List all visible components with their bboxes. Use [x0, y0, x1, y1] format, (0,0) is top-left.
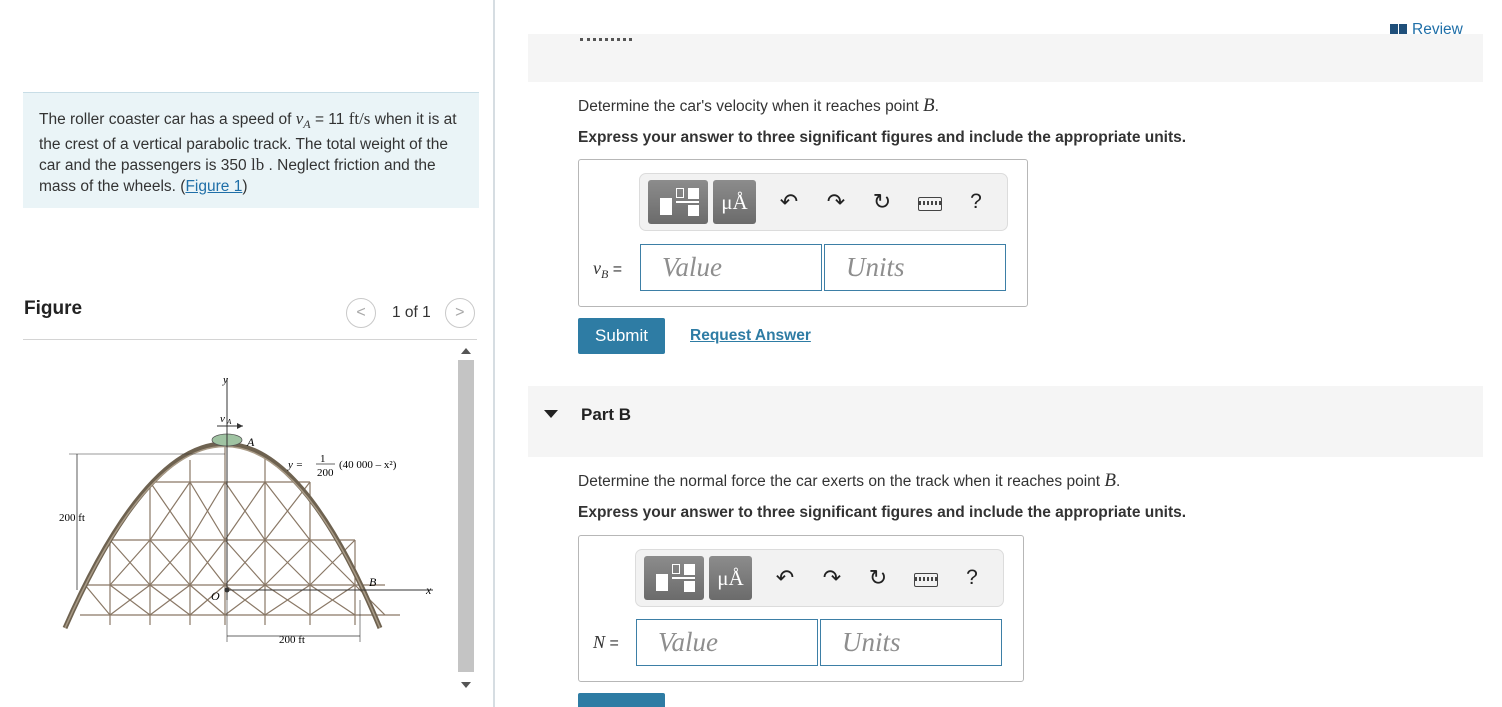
part-b-units-input[interactable]: Units — [820, 619, 1002, 666]
part-b-value-input[interactable]: Value — [636, 619, 818, 666]
part-b-title: Part B — [581, 405, 632, 424]
track-lattice — [80, 446, 400, 625]
point-a-label: A — [246, 435, 255, 449]
problem-statement: The roller coaster car has a speed of vA… — [23, 92, 479, 208]
redo-icon[interactable]: ↷ — [818, 564, 846, 592]
x-axis-label: x — [425, 583, 432, 597]
part-a-units-input[interactable]: Units — [824, 244, 1006, 291]
part-a-submit-button[interactable]: Submit — [578, 318, 665, 354]
caret-down-icon — [544, 410, 558, 418]
part-a-instruction: Express your answer to three significant… — [578, 129, 1187, 146]
pane-divider — [493, 0, 495, 707]
velocity-sub-label: A — [226, 418, 232, 426]
undo-icon[interactable]: ↶ — [771, 564, 799, 592]
next-figure-button[interactable]: > — [444, 298, 475, 328]
equation-den: 200 — [317, 467, 334, 479]
speed-unit: ft/s — [348, 109, 371, 128]
equation-rest: (40 000 – x²) — [339, 459, 397, 471]
figure-divider — [23, 339, 477, 340]
speed-value: = 11 — [310, 111, 349, 128]
velocity-label: v — [220, 413, 225, 425]
prev-figure-button[interactable]: < — [346, 298, 376, 328]
equation-num: 1 — [320, 453, 326, 465]
part-b-variable: N = — [593, 632, 619, 652]
velocity-arrow-icon — [237, 423, 243, 429]
figure-counter: 1 of 1 — [392, 304, 431, 321]
part-a-request-answer-link[interactable]: Request Answer — [690, 327, 811, 345]
point-b-symbol: B — [922, 95, 935, 116]
reset-icon[interactable]: ↻ — [864, 564, 892, 592]
part-b-answer-box: μÅ ↶ ↷ ↻ ? N = Value Units — [578, 535, 1024, 682]
part-a-variable: vB = — [593, 258, 623, 282]
problem-text-1: The roller coaster car has a speed of — [39, 111, 296, 128]
left-pane: The roller coaster car has a speed of vA… — [0, 0, 494, 707]
origin-label: O — [211, 589, 220, 603]
units-symbols-button[interactable]: μÅ — [709, 556, 752, 600]
part-a-toolbar: μÅ ↶ ↷ ↻ ? — [639, 173, 1008, 231]
part-b-header[interactable]: Part B — [528, 386, 1483, 457]
equation-y: y = — [287, 459, 303, 471]
templates-button[interactable] — [648, 180, 708, 224]
y-axis-label: y — [222, 374, 228, 386]
scroll-down-icon[interactable] — [461, 682, 471, 688]
width-label: 200 ft — [279, 634, 305, 646]
undo-icon[interactable]: ↶ — [775, 188, 803, 216]
part-a-header[interactable] — [528, 34, 1483, 82]
units-symbols-button[interactable]: μÅ — [713, 180, 756, 224]
roller-coaster-figure: y v A A y = 1 200 (40 000 – x²) 200 ft O… — [59, 374, 433, 646]
point-b-label: B — [369, 575, 377, 589]
chevron-right-icon: > — [455, 304, 465, 321]
part-b-question: Determine the normal force the car exert… — [578, 470, 1121, 491]
chevron-left-icon: < — [356, 304, 366, 321]
part-a-value-input[interactable]: Value — [640, 244, 822, 291]
templates-button[interactable] — [644, 556, 704, 600]
help-icon[interactable]: ? — [966, 188, 986, 216]
figure-scrollbar[interactable] — [457, 342, 475, 694]
redo-icon[interactable]: ↷ — [822, 188, 850, 216]
problem-text-4: ) — [242, 177, 248, 195]
part-b-submit-button[interactable] — [578, 693, 665, 707]
keyboard-icon[interactable] — [914, 573, 938, 587]
speed-sub: A — [303, 117, 311, 132]
part-a-answer-box: μÅ ↶ ↷ ↻ ? vB = Value Units — [578, 159, 1028, 307]
scroll-up-icon[interactable] — [461, 348, 471, 354]
figure-link[interactable]: Figure 1 — [185, 178, 242, 195]
scroll-thumb[interactable] — [458, 360, 474, 672]
help-icon[interactable]: ? — [962, 564, 982, 592]
figure-title: Figure — [24, 298, 83, 319]
figure-nav: < 1 of 1 > — [346, 298, 475, 328]
keyboard-icon[interactable] — [918, 197, 942, 211]
reset-icon[interactable]: ↻ — [868, 188, 896, 216]
point-b-symbol: B — [1104, 470, 1117, 491]
part-a-question: Determine the car's velocity when it rea… — [578, 95, 939, 116]
part-b-instruction: Express your answer to three significant… — [578, 504, 1187, 521]
height-label: 200 ft — [59, 512, 85, 524]
part-b-toolbar: μÅ ↶ ↷ ↻ ? — [635, 549, 1004, 607]
weight-unit: lb — [250, 155, 265, 175]
